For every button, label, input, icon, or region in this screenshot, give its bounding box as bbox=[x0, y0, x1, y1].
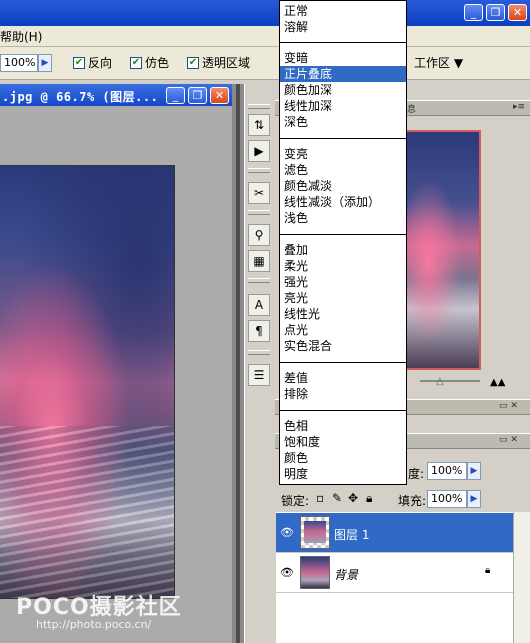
zoom-slider-track[interactable] bbox=[420, 380, 480, 382]
layers-panel-controls-icon[interactable]: ▭ ✕ bbox=[499, 435, 518, 445]
fill-arrow[interactable]: ▶ bbox=[467, 490, 481, 508]
history-icon[interactable]: ⇅ bbox=[248, 114, 270, 136]
blend-linear-light[interactable]: 线性光 bbox=[280, 306, 406, 322]
blend-lighter-color[interactable]: 浅色 bbox=[280, 210, 406, 226]
blend-saturation[interactable]: 饱和度 bbox=[280, 434, 406, 450]
blend-lighten[interactable]: 变亮 bbox=[280, 146, 406, 162]
transparency-label: 透明区域 bbox=[202, 56, 251, 70]
minimize-button[interactable]: _ bbox=[464, 4, 483, 21]
blend-overlay[interactable]: 叠加 bbox=[280, 242, 406, 258]
character-icon[interactable]: A bbox=[248, 294, 270, 316]
visibility-eye-icon[interactable]: 👁︎ bbox=[280, 526, 294, 539]
lock-paint-icon[interactable]: ✎ bbox=[332, 491, 342, 505]
document-title-bar[interactable]: .jpg @ 66.7% (图层... _ ❐ ✕ bbox=[0, 84, 232, 106]
notes-icon[interactable]: ☰ bbox=[248, 364, 270, 386]
layer-row-background[interactable]: 👁︎ 背景 🔒︎ bbox=[276, 553, 513, 593]
blend-exclusion[interactable]: 排除 bbox=[280, 386, 406, 402]
blend-hue[interactable]: 色相 bbox=[280, 418, 406, 434]
blend-difference[interactable]: 差值 bbox=[280, 370, 406, 386]
blend-hard-light[interactable]: 强光 bbox=[280, 274, 406, 290]
clone-source-icon[interactable]: ▦ bbox=[248, 250, 270, 272]
fill-input[interactable]: 100% bbox=[427, 490, 467, 508]
paragraph-icon[interactable]: ¶ bbox=[248, 320, 270, 342]
blend-linear-dodge[interactable]: 线性减淡（添加） bbox=[280, 194, 406, 210]
blend-normal[interactable]: 正常 bbox=[280, 3, 406, 19]
navigator-thumbnail[interactable] bbox=[405, 130, 481, 370]
lock-all-icon[interactable]: 🔒︎ bbox=[366, 491, 372, 506]
layer-row-layer1[interactable]: 👁︎ 图层 1 bbox=[276, 513, 513, 553]
blend-dissolve[interactable]: 溶解 bbox=[280, 19, 406, 35]
layer-name[interactable]: 图层 1 bbox=[334, 526, 369, 543]
doc-close-button[interactable]: ✕ bbox=[210, 87, 229, 104]
blend-darken[interactable]: 变暗 bbox=[280, 50, 406, 66]
blend-mode-dropdown[interactable]: 正常 溶解 变暗 正片叠底 颜色加深 线性加深 深色 变亮 滤色 颜色减淡 线性… bbox=[279, 0, 407, 485]
reverse-label: 反向 bbox=[88, 56, 113, 70]
lock-transparent-icon[interactable]: ▫ bbox=[316, 491, 324, 505]
lock-move-icon[interactable]: ✥ bbox=[348, 491, 358, 505]
separator-dark bbox=[236, 84, 240, 643]
layer-lock-icon: 🔒︎ bbox=[485, 565, 491, 576]
blend-color-burn[interactable]: 颜色加深 bbox=[280, 82, 406, 98]
app-title-bar: _ ❐ ✕ bbox=[0, 0, 530, 26]
zoom-slider-thumb-icon[interactable]: △ bbox=[436, 376, 444, 387]
visibility-eye-icon[interactable]: 👁︎ bbox=[280, 566, 294, 579]
layer-thumbnail bbox=[300, 556, 330, 589]
watermark-url: http://photo.poco.cn/ bbox=[36, 618, 152, 631]
restore-button[interactable]: ❐ bbox=[486, 4, 505, 21]
document-title: .jpg @ 66.7% (图层... bbox=[2, 90, 159, 104]
watermark-brand: POCO摄影社区 bbox=[16, 595, 182, 620]
layers-scrollbar[interactable] bbox=[513, 512, 530, 643]
blend-darker-color[interactable]: 深色 bbox=[280, 114, 406, 130]
options-bar: 100% ▶ ✔ 反向 ✔ 仿色 ✔ 透明区域 工作区 ▼ bbox=[0, 47, 530, 80]
fill-label: 填充: bbox=[398, 494, 427, 508]
info-tab[interactable]: 息 bbox=[407, 102, 416, 115]
panel-collapse-icon[interactable]: ▭ ✕ bbox=[499, 401, 518, 411]
layer-thumbnail bbox=[300, 516, 330, 549]
zoom-in-icon[interactable]: ▲▲ bbox=[490, 377, 505, 388]
tool-presets-icon[interactable]: ✂ bbox=[248, 182, 270, 204]
workspace-menu[interactable]: 工作区 ▼ bbox=[414, 54, 463, 71]
blend-color-dodge[interactable]: 颜色减淡 bbox=[280, 178, 406, 194]
blend-linear-burn[interactable]: 线性加深 bbox=[280, 98, 406, 114]
dither-label: 仿色 bbox=[145, 56, 170, 70]
blend-luminosity[interactable]: 明度 bbox=[280, 466, 406, 482]
layer-opacity-arrow[interactable]: ▶ bbox=[467, 462, 481, 480]
blend-multiply[interactable]: 正片叠底 bbox=[280, 66, 406, 82]
canvas-photo[interactable] bbox=[0, 166, 174, 598]
panel-menu-icon[interactable]: ▸≡ bbox=[513, 102, 525, 112]
lock-label: 锁定: bbox=[281, 494, 310, 508]
opacity-input[interactable]: 100% bbox=[0, 54, 38, 72]
blend-hard-mix[interactable]: 实色混合 bbox=[280, 338, 406, 354]
menu-help[interactable]: 帮助(H) bbox=[0, 28, 42, 45]
dither-checkbox[interactable]: ✔ bbox=[130, 57, 142, 69]
opacity-arrow-button[interactable]: ▶ bbox=[38, 54, 52, 72]
doc-minimize-button[interactable]: _ bbox=[166, 87, 185, 104]
blend-screen[interactable]: 滤色 bbox=[280, 162, 406, 178]
blend-color[interactable]: 颜色 bbox=[280, 450, 406, 466]
menu-bar: 帮助(H) bbox=[0, 26, 530, 47]
layer-opacity-label: 度: bbox=[408, 467, 425, 481]
blend-vivid-light[interactable]: 亮光 bbox=[280, 290, 406, 306]
reverse-checkbox[interactable]: ✔ bbox=[73, 57, 85, 69]
transparency-checkbox[interactable]: ✔ bbox=[187, 57, 199, 69]
brushes-icon[interactable]: ⚲ bbox=[248, 224, 270, 246]
blend-soft-light[interactable]: 柔光 bbox=[280, 258, 406, 274]
blend-pin-light[interactable]: 点光 bbox=[280, 322, 406, 338]
layer-name[interactable]: 背景 bbox=[334, 566, 358, 583]
doc-restore-button[interactable]: ❐ bbox=[188, 87, 207, 104]
actions-icon[interactable]: ▶ bbox=[248, 140, 270, 162]
panel-dock-toolbox: ⇅ ▶ ✂ ⚲ ▦ A ¶ ☰ bbox=[244, 84, 274, 643]
close-button[interactable]: ✕ bbox=[508, 4, 527, 21]
layer-opacity-input[interactable]: 100% bbox=[427, 462, 467, 480]
